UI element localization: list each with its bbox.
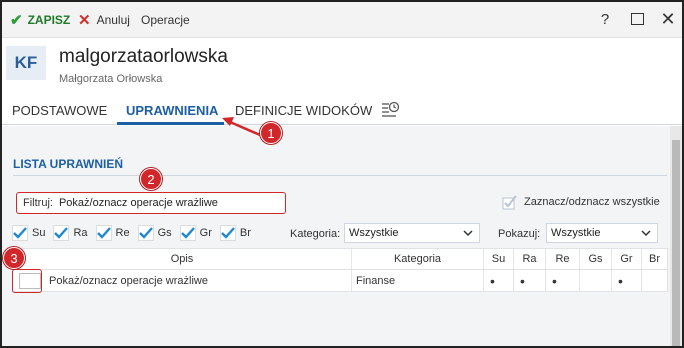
annotation-arrow <box>222 117 261 137</box>
annotation-badge-2: 2 <box>140 168 162 190</box>
app-window: ✔ ZAPISZ ✕ Anuluj Operacje ? ✕ KF malgor… <box>0 0 684 348</box>
annotation-badge-1: 1 <box>260 122 282 144</box>
annotation-badge-3: 3 <box>3 247 25 269</box>
